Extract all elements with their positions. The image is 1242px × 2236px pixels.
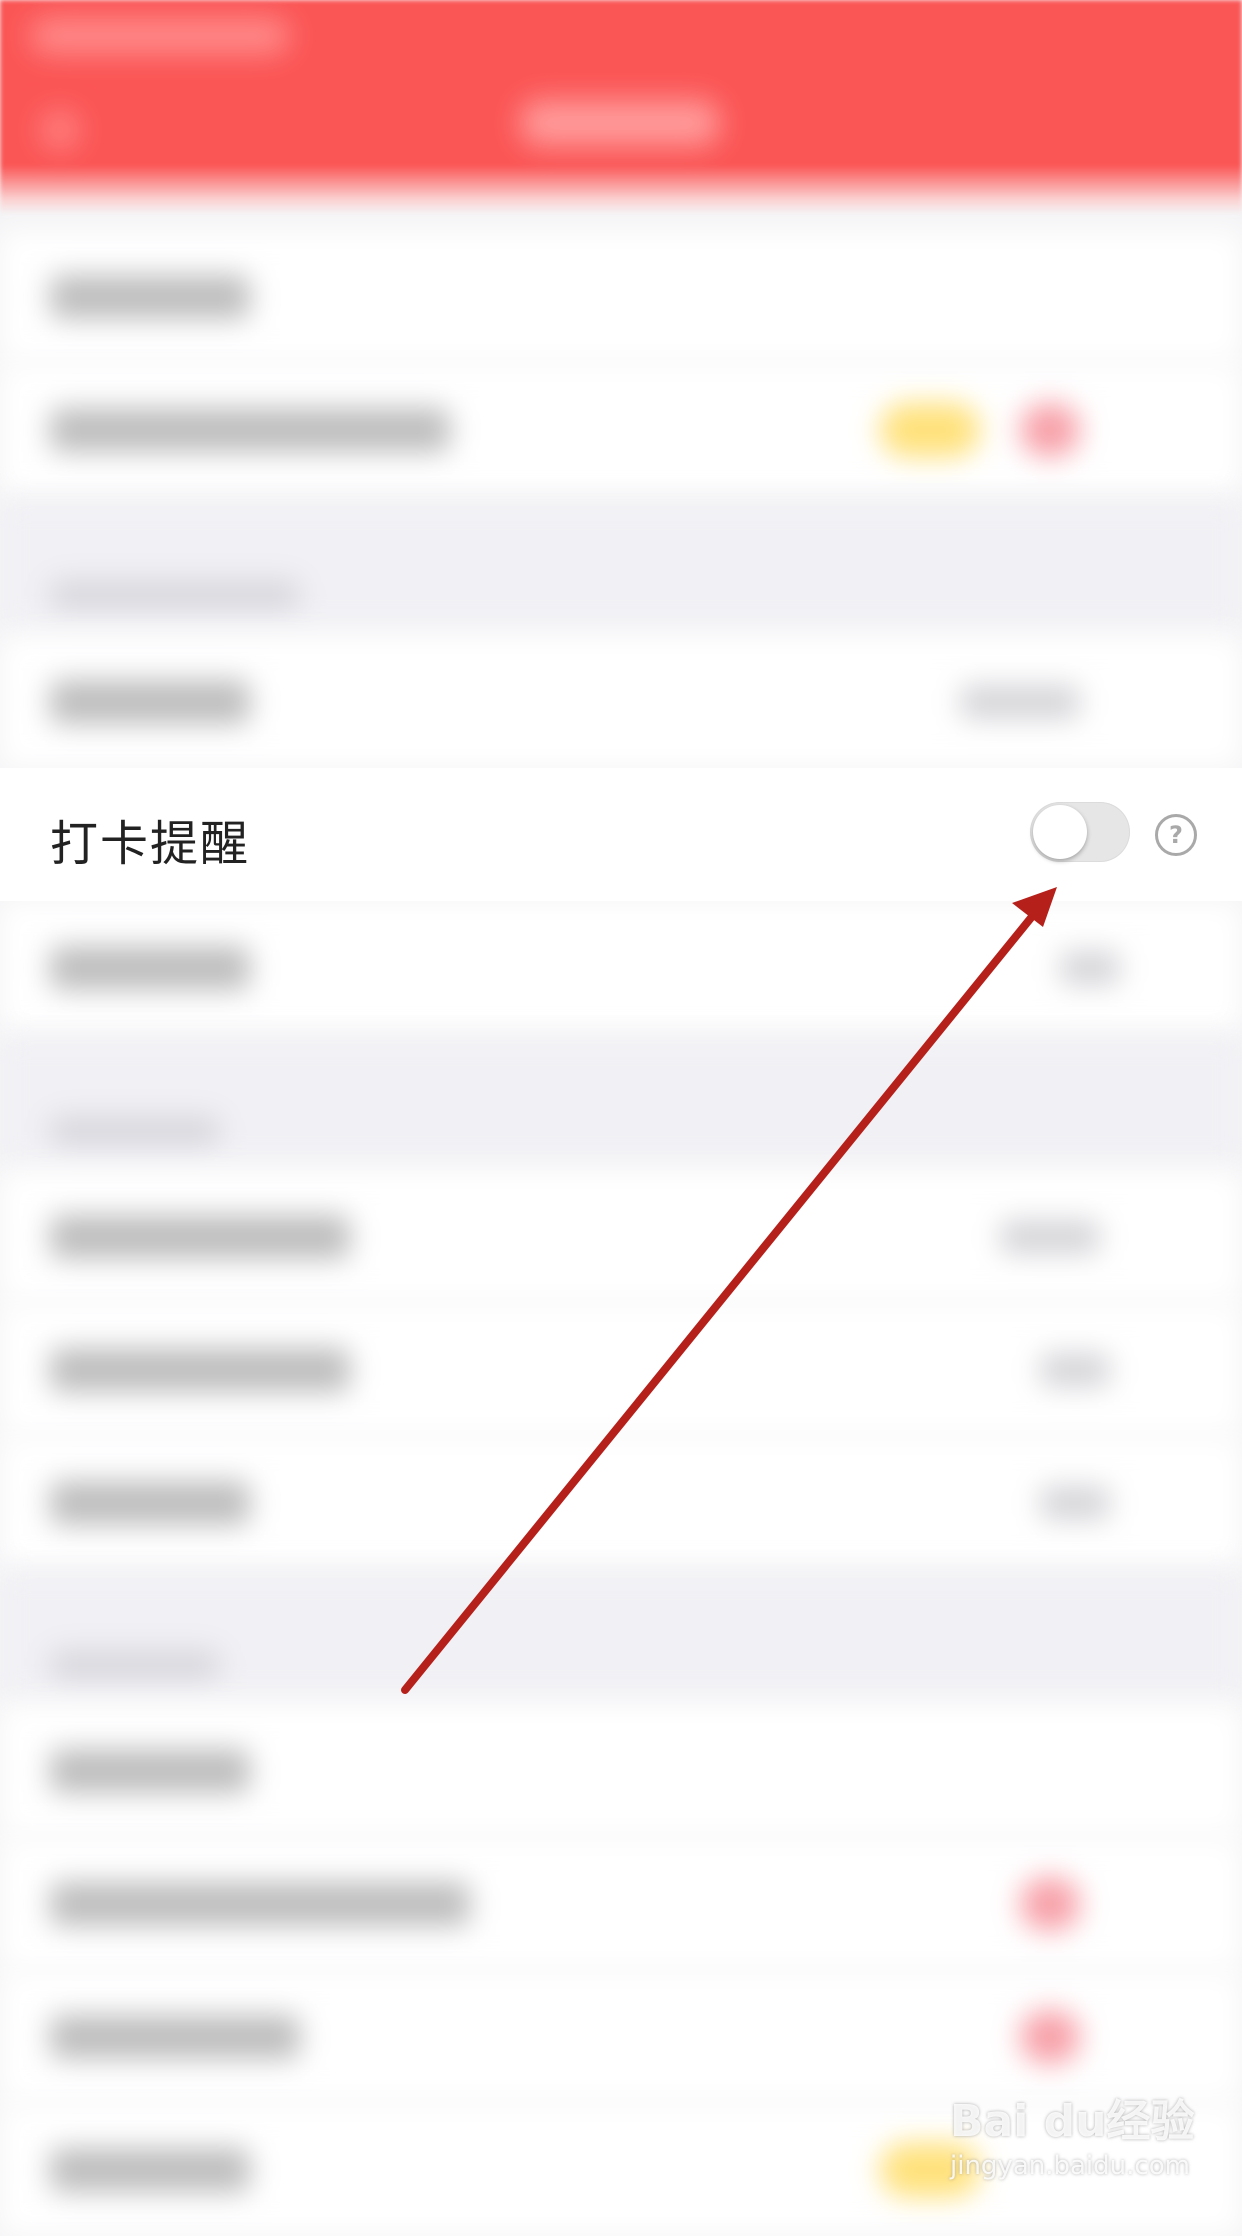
- arrow-shaft: [401, 899, 1047, 1694]
- annotation-arrow: [401, 887, 1057, 1694]
- watermark-url: jingyan.baidu.com: [950, 2151, 1190, 2181]
- arrow-head: [1012, 887, 1057, 927]
- baidu-jingyan-watermark: Bai du经验 jingyan.baidu.com: [950, 2085, 1220, 2195]
- watermark-logo: Bai du经验: [950, 2096, 1195, 2147]
